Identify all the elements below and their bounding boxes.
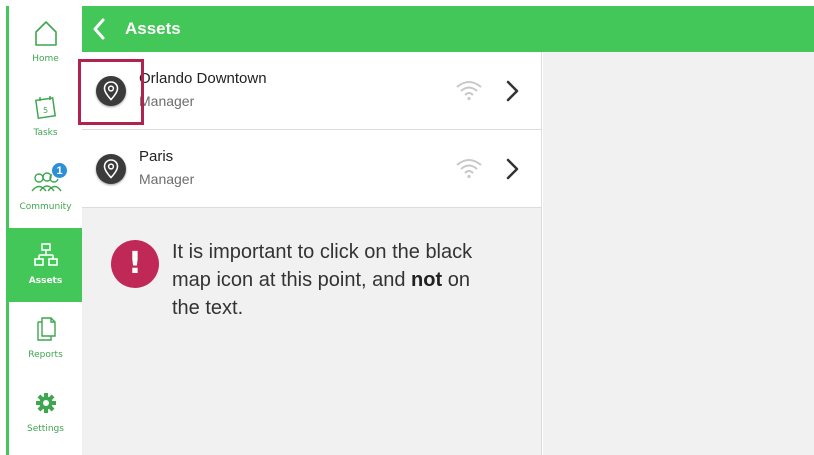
map-pin-icon[interactable] — [96, 154, 126, 184]
home-icon — [9, 18, 82, 48]
sidebar-item-label: Settings — [27, 424, 64, 434]
tutorial-note: It is important to click on the black ma… — [172, 238, 502, 322]
sidebar-item-settings[interactable]: Settings — [9, 376, 82, 450]
svg-text:5: 5 — [43, 106, 48, 115]
top-bar: Assets — [82, 6, 814, 52]
sidebar-item-community[interactable]: 1 Community — [9, 154, 82, 228]
asset-name: Paris — [139, 148, 174, 165]
sidebar-item-home[interactable]: Home — [9, 6, 82, 80]
sidebar-item-label: Assets — [28, 276, 63, 286]
exclamation-icon: ! — [111, 240, 159, 288]
sitemap-icon — [9, 240, 82, 270]
sidebar-item-reports[interactable]: Reports — [9, 302, 82, 376]
page-title: Assets — [125, 19, 181, 38]
sidebar-item-label: Tasks — [33, 128, 58, 138]
gear-icon — [9, 388, 82, 418]
calendar-icon: 5 — [9, 92, 82, 122]
map-pin-icon[interactable] — [96, 76, 126, 106]
people-icon — [9, 166, 82, 196]
asset-role: Manager — [139, 93, 195, 109]
back-chevron-icon[interactable] — [88, 17, 112, 41]
documents-icon — [9, 314, 82, 344]
sidebar-item-label: Reports — [28, 350, 63, 360]
asset-row-paris[interactable]: Paris Manager — [82, 130, 541, 208]
note-emphasis: not — [411, 269, 443, 291]
wifi-icon — [454, 156, 484, 180]
sidebar: Home 5 Tasks 1 Community Assets Reports … — [6, 6, 82, 455]
detail-pane — [543, 52, 814, 455]
chevron-right-icon[interactable] — [502, 156, 522, 182]
asset-role: Manager — [139, 171, 195, 187]
notification-badge: 1 — [51, 162, 68, 179]
asset-row-orlando-downtown[interactable]: Orlando Downtown Manager — [82, 52, 541, 130]
wifi-icon — [454, 78, 484, 102]
sidebar-item-label: Home — [32, 54, 59, 64]
sidebar-item-assets[interactable]: Assets — [9, 228, 82, 302]
chevron-right-icon[interactable] — [502, 78, 522, 104]
app-frame: Home 5 Tasks 1 Community Assets Reports … — [0, 0, 814, 455]
sidebar-item-label: Community — [19, 202, 72, 212]
sidebar-item-tasks[interactable]: 5 Tasks — [9, 80, 82, 154]
asset-name: Orlando Downtown — [139, 70, 267, 87]
